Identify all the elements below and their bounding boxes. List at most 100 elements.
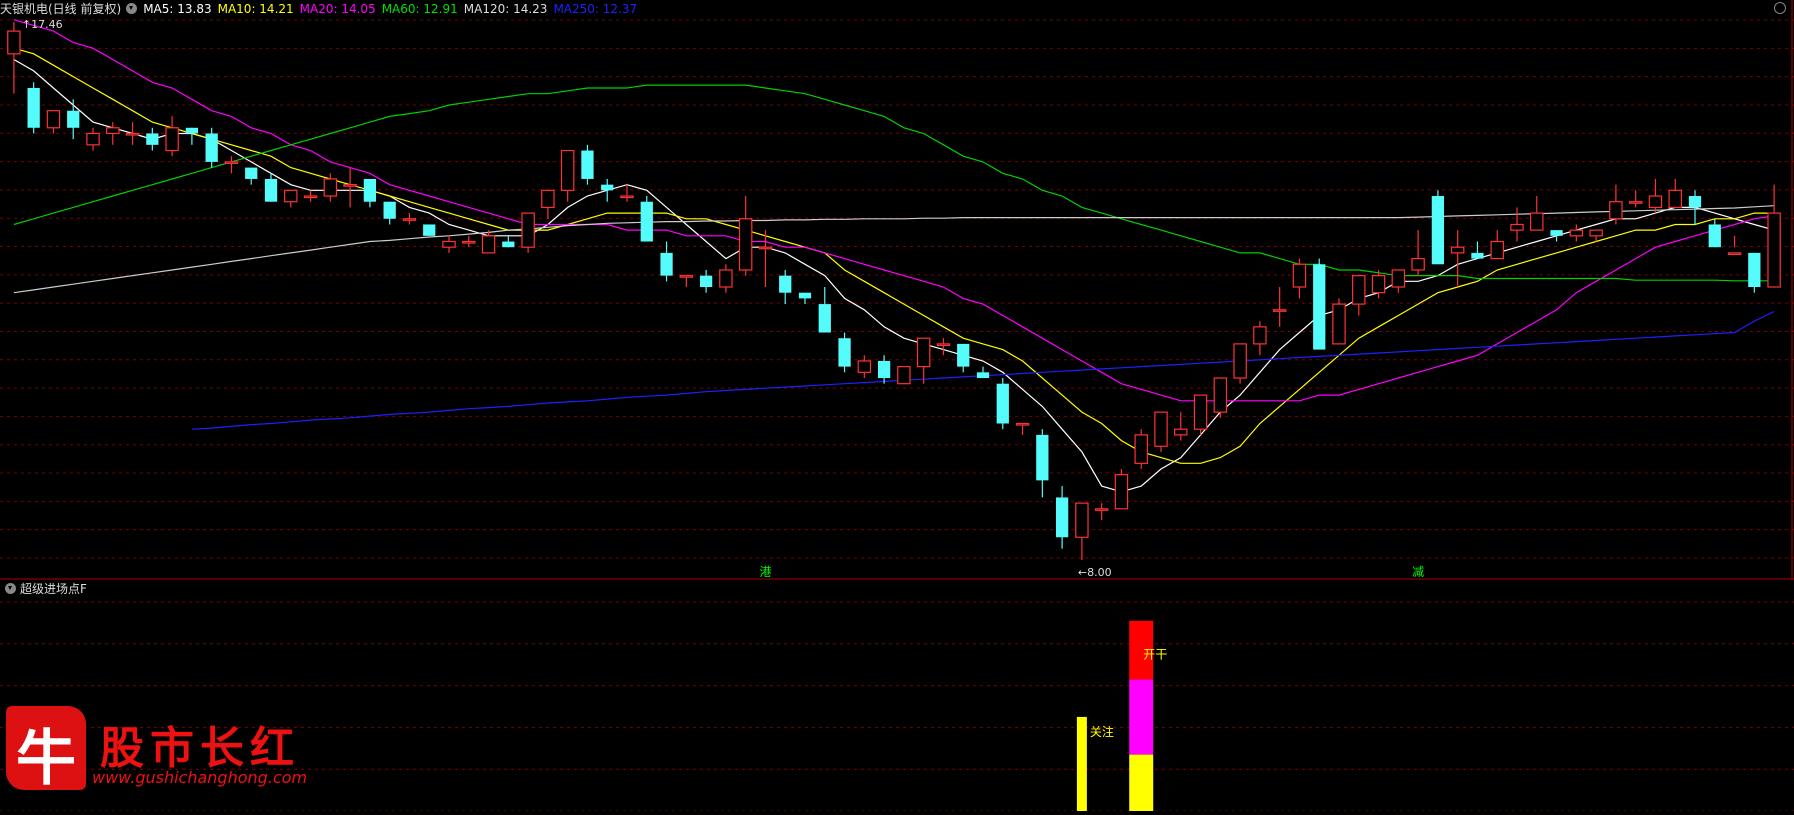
candle-body (343, 184, 357, 187)
candle (857, 355, 872, 379)
logo-url: www.gushichanghong.com (92, 768, 308, 787)
low-price-label: ←8.00 (1078, 566, 1112, 579)
candle (1391, 269, 1406, 293)
candle-body (284, 189, 298, 203)
candle-body (1490, 240, 1504, 260)
candle-body (442, 240, 456, 248)
candle-body (1174, 428, 1188, 436)
candle-body (106, 127, 120, 135)
candle (1727, 235, 1742, 255)
candle (1648, 178, 1663, 214)
candle (1272, 287, 1287, 327)
candle-body (1134, 434, 1148, 464)
candle (640, 196, 653, 242)
dropdown-icon[interactable] (126, 3, 138, 14)
candle-body (205, 133, 218, 162)
candle (1530, 196, 1544, 231)
candle-body (798, 292, 812, 299)
ma-label-5: MA250: 12.37 (553, 2, 638, 16)
candle-body (245, 167, 258, 179)
candle (146, 127, 159, 151)
candle-body (699, 275, 713, 288)
candle (383, 201, 396, 225)
candle-body (1154, 411, 1168, 447)
candle (1313, 258, 1326, 350)
ma-legend: MA5: 13.83 MA10: 14.21 MA20: 14.05 MA60: 12… (143, 2, 643, 16)
candle-body (660, 252, 673, 276)
candle-body (838, 338, 851, 367)
ma-label-2: MA20: 14.05 (299, 2, 376, 16)
candle-body (957, 343, 970, 367)
indicator-bar (1129, 679, 1154, 755)
candle-body (423, 224, 436, 236)
candle-body (1609, 201, 1623, 220)
candle (1352, 275, 1366, 316)
candle (1332, 298, 1346, 345)
candle (699, 269, 713, 293)
candle-body (1767, 212, 1781, 288)
candlestick-chart[interactable]: ↑17.46 ←8.00 港 减 (0, 0, 1794, 580)
candle (264, 173, 278, 202)
candle (442, 235, 456, 253)
candle (620, 184, 634, 202)
candle-body (224, 161, 239, 165)
candle (481, 230, 496, 254)
ma-line-ma10 (13, 47, 1775, 464)
candle-body (1371, 275, 1386, 294)
candle-body (779, 275, 792, 293)
candle-body (383, 201, 396, 219)
candle (877, 355, 891, 384)
candle-body (146, 133, 159, 145)
ma-line-ma20 (13, 19, 1775, 402)
candle (521, 212, 535, 253)
candle (936, 338, 951, 356)
candle-body (363, 178, 377, 202)
candle-body (1628, 201, 1643, 204)
candle (660, 241, 673, 282)
ma-label-0: MA5: 13.83 (143, 2, 212, 16)
signal-label: 关注 (1090, 724, 1114, 739)
ma-label-1: MA10: 14.21 (217, 2, 294, 16)
candle-body (1708, 224, 1721, 248)
candle (1510, 207, 1524, 242)
signal-label: 开干 (1143, 647, 1167, 661)
candle-body (1094, 508, 1109, 511)
ma-label-4: MA120: 14.23 (463, 2, 548, 16)
candle-body (1015, 422, 1030, 426)
candle-body (125, 132, 140, 136)
candle (916, 337, 931, 384)
candle (106, 122, 120, 145)
candle (303, 190, 318, 202)
candle-body (185, 127, 199, 134)
candle (1411, 230, 1425, 276)
candle-body (323, 178, 338, 197)
candle (679, 275, 694, 288)
candle-body (1688, 196, 1702, 208)
candle-body (679, 275, 694, 278)
candle (1193, 394, 1208, 435)
candle (423, 224, 436, 236)
candle-body (976, 372, 990, 379)
candle-body (719, 269, 733, 288)
main-chart-panel[interactable]: ↑17.46 ←8.00 港 减 天银机电(日线 前复权) MA5: 13.83 MA10… (0, 0, 1794, 580)
candle (27, 82, 40, 134)
watermark-logo: 牛 股市长红 www.gushichanghong.com (6, 706, 308, 794)
candle-body (264, 178, 278, 202)
candle-body (1431, 196, 1445, 265)
candle-body (1668, 189, 1682, 208)
logo-mark: 牛 (6, 706, 86, 794)
candle (165, 116, 179, 157)
high-price-label: ↑17.46 (22, 18, 63, 31)
candle-body (1313, 264, 1326, 350)
candle-body (1193, 394, 1208, 430)
candle-body (7, 30, 21, 55)
indicator-bar (1129, 754, 1154, 811)
candle-body (738, 218, 753, 271)
settings-circle-icon[interactable] (1774, 2, 1786, 14)
candle-body (1411, 257, 1425, 271)
candle-body (1114, 474, 1129, 510)
candle (581, 144, 594, 185)
candle-body (1530, 212, 1544, 231)
candle-body (165, 127, 179, 152)
candle (502, 235, 515, 248)
